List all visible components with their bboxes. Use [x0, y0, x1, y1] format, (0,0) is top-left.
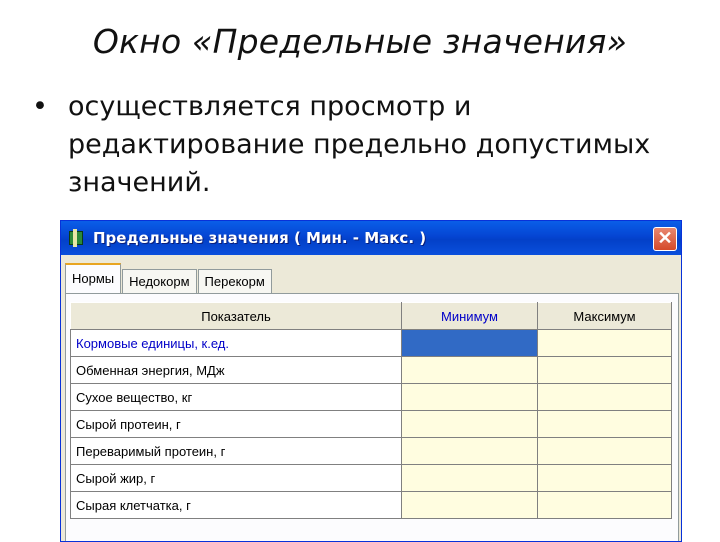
bullet-icon: • [32, 91, 48, 122]
max-cell[interactable] [537, 383, 672, 411]
table-row[interactable]: Сырой жир, г [70, 464, 672, 492]
tab-underfeeding[interactable]: Недокорм [122, 269, 197, 293]
row-label[interactable]: Сырой жир, г [70, 464, 402, 492]
min-cell[interactable] [401, 410, 538, 438]
min-cell[interactable] [401, 464, 538, 492]
table-row[interactable]: Переваримый протеин, г [70, 437, 672, 465]
tab-panel: Показатель Минимум Максимум Кормовые еди… [65, 293, 679, 541]
max-cell[interactable] [537, 410, 672, 438]
table-row[interactable]: Сырой протеин, г [70, 410, 672, 438]
bullet-item: • осуществляется просмотр и редактирован… [32, 88, 692, 202]
slide-title: Окно «Предельные значения» [92, 22, 628, 61]
tab-strip: Нормы Недокорм Перекорм [65, 263, 273, 293]
column-header-minimum[interactable]: Минимум [401, 302, 538, 330]
max-cell[interactable] [537, 491, 672, 519]
max-cell[interactable] [537, 437, 672, 465]
limits-table: Показатель Минимум Максимум Кормовые еди… [70, 302, 672, 519]
tab-overfeeding[interactable]: Перекорм [197, 269, 272, 293]
table-row[interactable]: Сырая клетчатка, г [70, 491, 672, 519]
min-cell[interactable] [401, 383, 538, 411]
bullet-list: • осуществляется просмотр и редактирован… [32, 88, 692, 202]
table-header-row: Показатель Минимум Максимум [70, 302, 672, 330]
limits-window: Предельные значения ( Мин. - Макс. ) ✕ Н… [60, 220, 682, 542]
table-row[interactable]: Кормовые единицы, к.ед. [70, 329, 672, 357]
close-button[interactable]: ✕ [653, 227, 677, 251]
min-cell[interactable] [401, 356, 538, 384]
min-cell[interactable] [401, 437, 538, 465]
window-titlebar[interactable]: Предельные значения ( Мин. - Макс. ) ✕ [61, 221, 681, 255]
max-cell[interactable] [537, 356, 672, 384]
table-row[interactable]: Сухое вещество, кг [70, 383, 672, 411]
row-label[interactable]: Обменная энергия, МДж [70, 356, 402, 384]
min-cell[interactable] [401, 491, 538, 519]
row-label[interactable]: Сырой протеин, г [70, 410, 402, 438]
close-icon: ✕ [657, 228, 673, 248]
min-cell[interactable] [401, 329, 538, 357]
max-cell[interactable] [537, 464, 672, 492]
column-header-indicator[interactable]: Показатель [70, 302, 402, 330]
row-label[interactable]: Переваримый протеин, г [70, 437, 402, 465]
max-cell[interactable] [537, 329, 672, 357]
column-header-maximum[interactable]: Максимум [537, 302, 672, 330]
table-row[interactable]: Обменная энергия, МДж [70, 356, 672, 384]
row-label[interactable]: Сухое вещество, кг [70, 383, 402, 411]
row-label[interactable]: Сырая клетчатка, г [70, 491, 402, 519]
bullet-text: осуществляется просмотр и редактирование… [68, 91, 651, 198]
row-label[interactable]: Кормовые единицы, к.ед. [70, 329, 402, 357]
window-title: Предельные значения ( Мин. - Макс. ) [93, 229, 427, 247]
tab-norms[interactable]: Нормы [65, 263, 122, 293]
app-icon [67, 229, 85, 247]
